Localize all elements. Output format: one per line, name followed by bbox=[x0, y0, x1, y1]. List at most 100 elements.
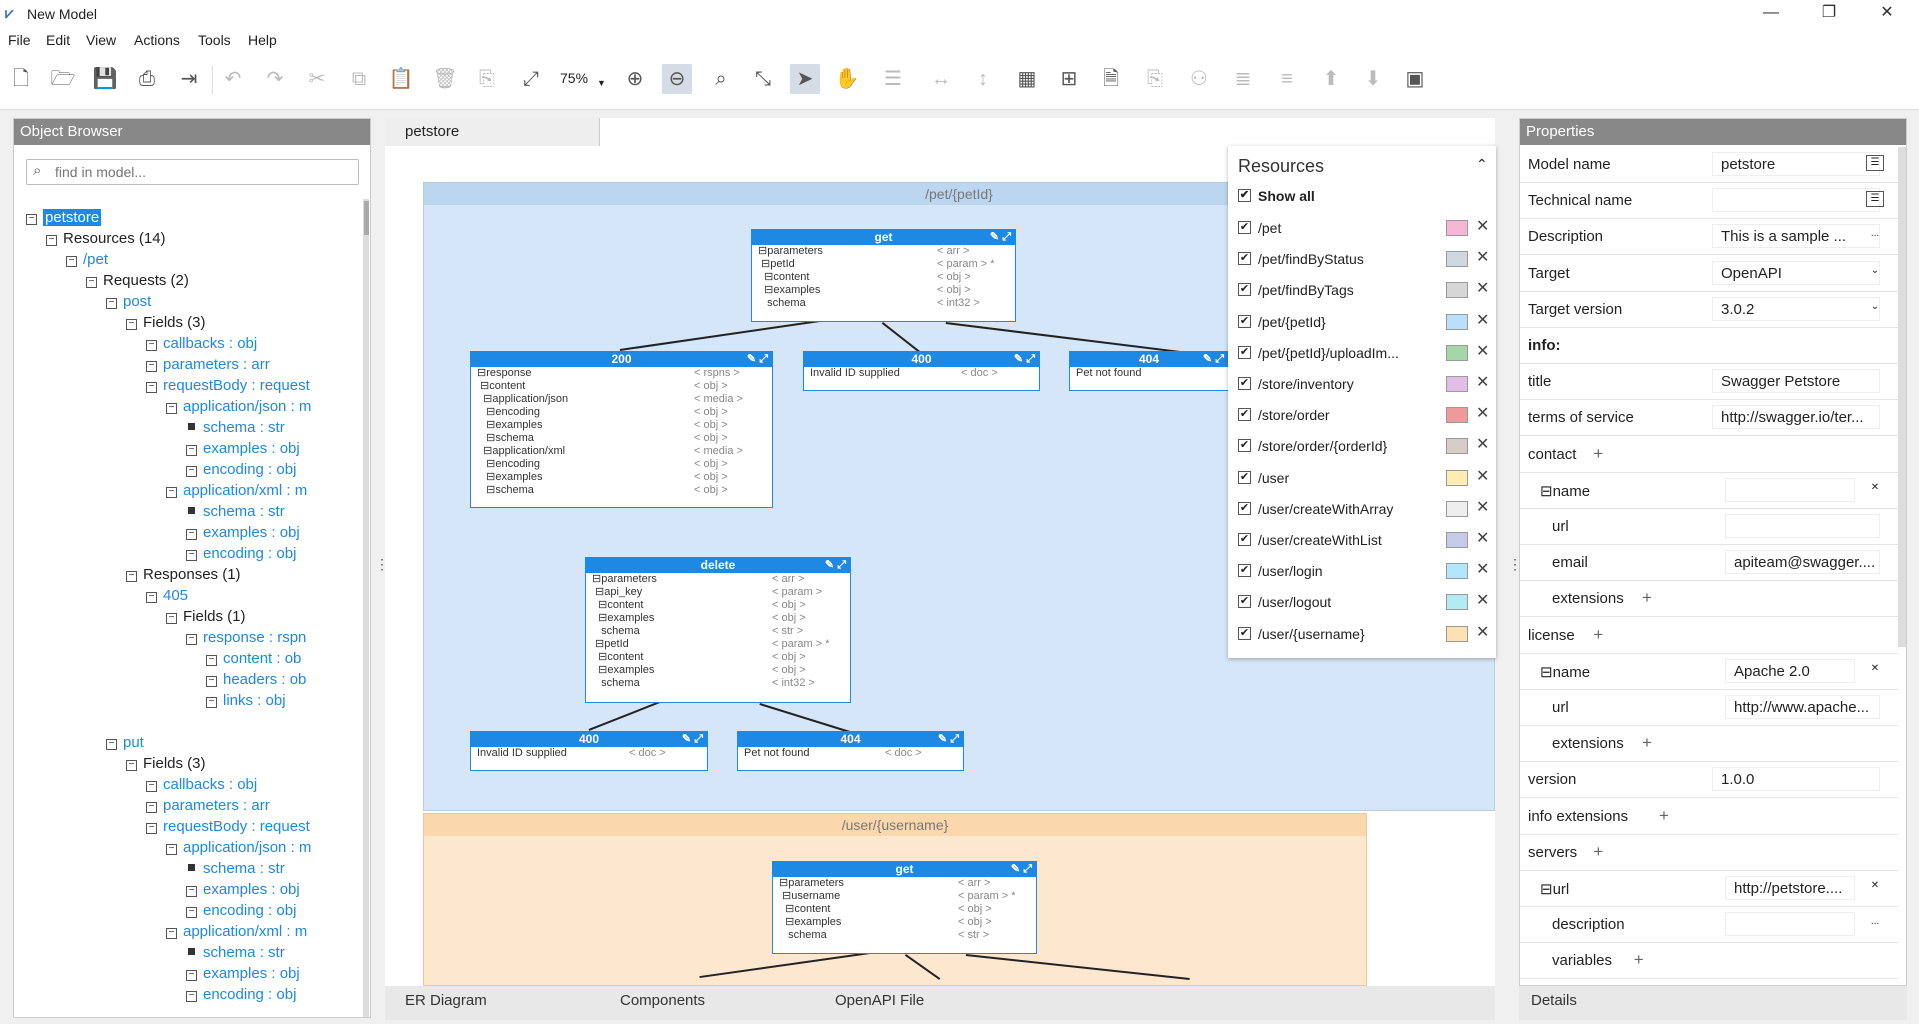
entity-header[interactable]: delete ✎ ⤢ bbox=[586, 558, 850, 573]
entity-field[interactable]: ⊟content < obj > bbox=[773, 903, 1036, 916]
restore-button[interactable]: ❐ bbox=[1806, 2, 1852, 26]
edit-expand-icon[interactable]: ✎ ⤢ bbox=[938, 732, 959, 747]
collapse-toggle-icon[interactable]: − bbox=[186, 886, 197, 897]
color-swatch[interactable] bbox=[1446, 563, 1468, 580]
remove-icon[interactable]: ✕ bbox=[1476, 591, 1489, 611]
add-icon[interactable]: + bbox=[1642, 588, 1652, 608]
entity-field[interactable]: Pet not found < doc > bbox=[738, 747, 963, 760]
tree-node[interactable]: − content : ob bbox=[206, 650, 301, 668]
collapse-toggle-icon[interactable]: − bbox=[46, 235, 57, 246]
resource-row[interactable]: ✔ /user/login ✕ bbox=[1238, 561, 1489, 585]
checkbox[interactable]: ✔ bbox=[1238, 501, 1251, 515]
tab-er-diagram[interactable]: ER Diagram bbox=[405, 992, 487, 1009]
entity-header[interactable]: 400 ✎ ⤢ bbox=[471, 732, 707, 747]
tree-node[interactable]: − application/json : m bbox=[166, 839, 311, 857]
tab-openapi-file[interactable]: OpenAPI File bbox=[835, 992, 924, 1009]
entity-field[interactable]: ⊟content < obj > bbox=[586, 651, 850, 664]
resource-row[interactable]: ✔ /pet ✕ bbox=[1238, 218, 1489, 242]
tree-node[interactable]: − callbacks : obj bbox=[146, 335, 257, 353]
paste-icon[interactable]: 📋 bbox=[386, 64, 416, 94]
collapse-toggle-icon[interactable]: − bbox=[146, 382, 157, 393]
entity-field[interactable]: ⊟response < rspns > bbox=[471, 367, 772, 380]
collapse-toggle-icon[interactable]: − bbox=[206, 676, 217, 687]
checkbox[interactable]: ✔ bbox=[1238, 189, 1251, 202]
property-value[interactable]: Swagger Petstore bbox=[1712, 369, 1880, 394]
list-icon[interactable]: ≣ bbox=[1228, 64, 1258, 94]
property-value[interactable] bbox=[1725, 514, 1880, 538]
color-swatch[interactable] bbox=[1446, 625, 1468, 642]
tree-node[interactable]: − application/xml : m bbox=[166, 482, 307, 500]
entity-field[interactable]: ⊟examples < obj > bbox=[586, 612, 850, 625]
collapse-toggle-icon[interactable]: − bbox=[126, 760, 137, 771]
tree-node[interactable]: − response : rspn bbox=[186, 629, 306, 647]
edit-expand-icon[interactable]: ✎ ⤢ bbox=[825, 558, 846, 573]
collapse-toggle-icon[interactable]: − bbox=[166, 844, 177, 855]
delete-icon[interactable]: 🗑 bbox=[430, 64, 460, 94]
resource-row[interactable]: ✔ /user/createWithArray ✕ bbox=[1238, 499, 1489, 523]
property-value[interactable] bbox=[1725, 912, 1855, 937]
tree-node[interactable]: − headers : ob bbox=[206, 671, 306, 689]
checkbox[interactable]: ✔ bbox=[1238, 408, 1251, 422]
tree-node[interactable]: − parameters : arr bbox=[146, 356, 270, 374]
resource-row[interactable]: ✔ /pet/{petId} ✕ bbox=[1238, 312, 1489, 336]
entity-r404b[interactable]: 404 ✎ ⤢ Pet not found < doc > bbox=[737, 731, 964, 771]
redo-icon[interactable]: ↷ bbox=[260, 64, 290, 94]
show-all-row[interactable]: ✔ Show all bbox=[1238, 186, 1488, 210]
checkbox[interactable]: ✔ bbox=[1238, 595, 1251, 609]
collapse-toggle-icon[interactable]: − bbox=[66, 256, 77, 267]
tree-node[interactable]: schema : str bbox=[186, 944, 285, 962]
entity-header[interactable]: 200 ✎ ⤢ bbox=[471, 352, 772, 367]
tree-node[interactable]: − petstore bbox=[26, 209, 102, 227]
zoom-dropdown-icon[interactable]: ▼ bbox=[597, 78, 606, 88]
edit-expand-icon[interactable]: ✎ ⤢ bbox=[1203, 352, 1224, 367]
color-swatch[interactable] bbox=[1446, 594, 1468, 611]
resource-row[interactable]: ✔ /pet/findByStatus ✕ bbox=[1238, 249, 1489, 273]
property-value[interactable]: http://www.apache... bbox=[1725, 695, 1880, 719]
tree-node[interactable]: − examples : obj bbox=[186, 965, 300, 983]
tree-node[interactable]: − post bbox=[106, 293, 151, 311]
tab-details[interactable]: Details bbox=[1531, 992, 1577, 1009]
collapse-toggle-icon[interactable]: − bbox=[106, 298, 117, 309]
collapse-toggle-icon[interactable]: − bbox=[146, 592, 157, 603]
zoom-out-icon[interactable]: ⊖ bbox=[662, 64, 692, 94]
add-container-icon[interactable]: ⊞ bbox=[1054, 64, 1084, 94]
tree-node[interactable]: − examples : obj bbox=[186, 524, 300, 542]
checkbox[interactable]: ✔ bbox=[1238, 377, 1251, 390]
checkbox[interactable]: ✔ bbox=[1238, 314, 1251, 328]
resource-row[interactable]: ✔ /user ✕ bbox=[1238, 468, 1489, 492]
property-value[interactable]: Apache 2.0 bbox=[1725, 658, 1855, 683]
diagram-tab[interactable]: petstore bbox=[385, 118, 600, 146]
entity-field[interactable]: Pet not found bbox=[1070, 367, 1228, 380]
collapse-toggle-icon[interactable]: − bbox=[186, 634, 197, 645]
duplicate-icon[interactable]: ⎘ bbox=[472, 64, 502, 94]
menu-tools[interactable]: Tools bbox=[198, 32, 231, 48]
add-document-icon[interactable]: 🗎 bbox=[1096, 64, 1126, 94]
edit-expand-icon[interactable]: ✎ ⤢ bbox=[990, 230, 1011, 245]
collapse-toggle-icon[interactable]: − bbox=[186, 970, 197, 981]
magnifier-icon[interactable]: ⌕ bbox=[706, 64, 736, 94]
align-icon[interactable]: ☰ bbox=[878, 64, 908, 94]
tree-node[interactable]: − encoding : obj bbox=[186, 986, 296, 1004]
entity-field[interactable]: ⊟parameters < arr > bbox=[586, 573, 850, 586]
entity-field[interactable]: ⊟encoding < obj > bbox=[471, 458, 772, 471]
list-detail-icon[interactable]: ≡ bbox=[1272, 64, 1302, 94]
menu-edit[interactable]: Edit bbox=[46, 32, 70, 48]
tree-node[interactable]: −405 bbox=[146, 587, 188, 605]
tab-components[interactable]: Components bbox=[620, 992, 705, 1009]
entity-header[interactable]: 404 ✎ ⤢ bbox=[738, 732, 963, 747]
entity-field[interactable]: schema < str > bbox=[586, 625, 850, 638]
checkbox[interactable]: ✔ bbox=[1238, 533, 1251, 546]
entity-field[interactable]: Invalid ID supplied < doc > bbox=[471, 747, 707, 760]
collapse-toggle-icon[interactable]: − bbox=[186, 991, 197, 1002]
move-up-icon[interactable]: ⬆ bbox=[1316, 64, 1346, 94]
add-icon[interactable]: + bbox=[1634, 950, 1644, 970]
zoom-level[interactable]: 75% bbox=[560, 70, 588, 86]
entity-field[interactable]: schema < str > bbox=[773, 929, 1036, 942]
entity-field[interactable]: ⊟examples < obj > bbox=[752, 284, 1015, 297]
resource-row[interactable]: ✔ /user/{username} ✕ bbox=[1238, 624, 1489, 648]
tree-node[interactable]: − examples : obj bbox=[186, 881, 300, 899]
entity-field[interactable]: schema < int32 > bbox=[752, 297, 1015, 310]
property-value[interactable]: OpenAPI bbox=[1712, 260, 1880, 285]
collapse-toggle-icon[interactable]: − bbox=[166, 403, 177, 414]
chevron-up-icon[interactable]: ⌃ bbox=[1476, 156, 1488, 173]
